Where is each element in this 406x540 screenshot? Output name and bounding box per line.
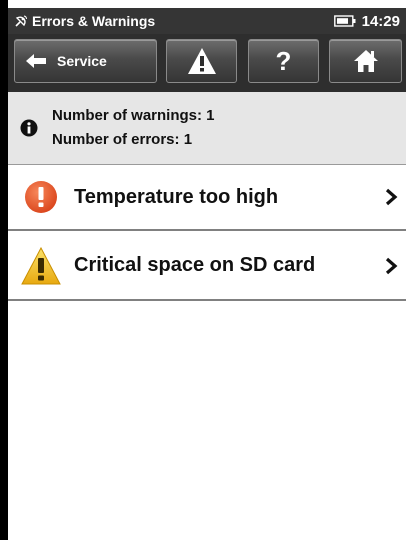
errors-count-text: Number of errors: 1	[52, 131, 193, 148]
clock-time: 14:29	[361, 12, 400, 30]
warnings-button[interactable]	[166, 39, 237, 83]
device-bezel	[0, 0, 8, 540]
info-icon	[20, 119, 38, 137]
toolbar: Service ?	[8, 34, 406, 92]
chevron-right-icon	[376, 257, 406, 275]
device-screen: Errors & Warnings 14:29 Service ? Number…	[8, 8, 406, 540]
status-bar: Errors & Warnings 14:29	[8, 8, 406, 34]
help-button-label: ?	[275, 45, 292, 76]
warnings-count-text: Number of warnings: 1	[52, 107, 215, 124]
home-icon	[353, 49, 379, 73]
warning-triangle-icon	[8, 246, 74, 286]
chevron-right-icon	[376, 188, 406, 206]
list-item-sd-card[interactable]: Critical space on SD card	[8, 232, 406, 301]
list-item-temperature[interactable]: Temperature too high	[8, 165, 406, 231]
satellite-dish-icon	[14, 14, 28, 28]
back-button-label: Service	[57, 53, 107, 69]
window-title: Errors & Warnings	[32, 13, 156, 29]
help-button[interactable]: ?	[248, 39, 319, 83]
battery-icon	[333, 15, 356, 27]
error-exclamation-icon	[8, 180, 74, 214]
summary-panel: Number of warnings: 1 Number of errors: …	[8, 92, 406, 165]
list-item-label: Temperature too high	[74, 185, 279, 208]
arrow-left-icon	[25, 53, 47, 69]
warning-triangle-icon	[187, 47, 217, 75]
home-button[interactable]	[329, 39, 402, 83]
list-item-label: Critical space on SD card	[74, 254, 316, 276]
back-service-button[interactable]: Service	[14, 39, 157, 83]
